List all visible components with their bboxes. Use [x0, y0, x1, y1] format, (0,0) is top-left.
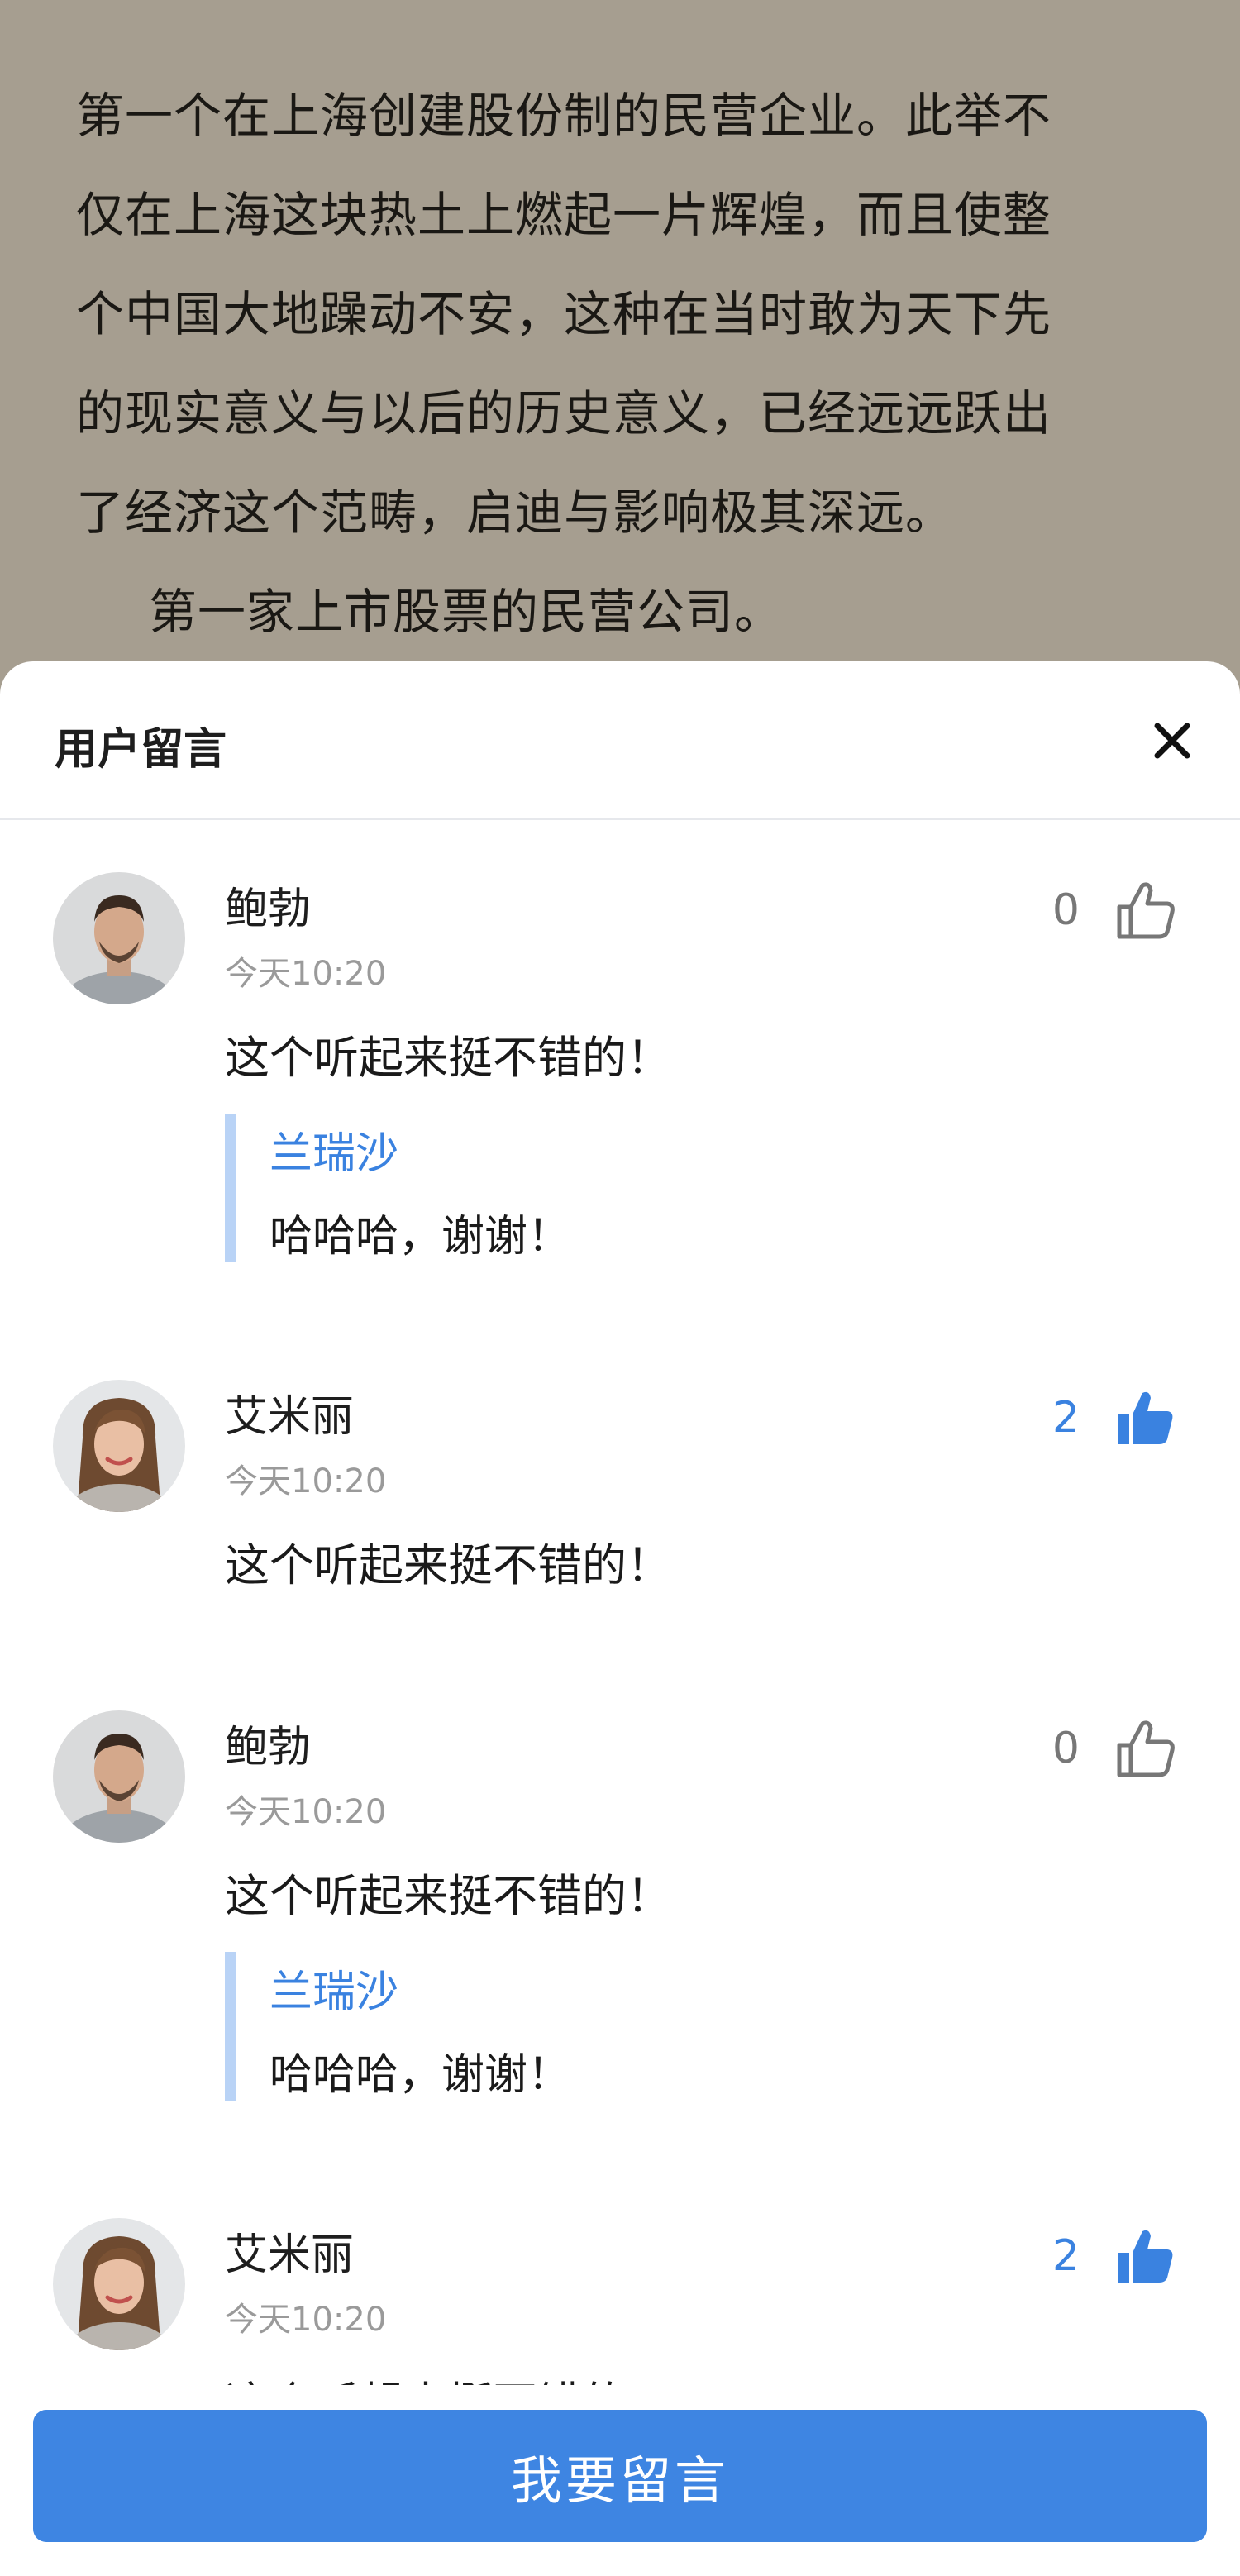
close-button[interactable] — [1146, 714, 1199, 767]
comment-time: 今天10:20 — [225, 1462, 387, 1500]
comment-item: 鲍勃 今天10:20 这个听起来挺不错的！ 兰瑞沙 哈哈哈，谢谢！ 0 — [0, 823, 1240, 1330]
sheet-footer: 我要留言 — [0, 2385, 1240, 2576]
comment-time: 今天10:20 — [225, 2301, 387, 2339]
sheet-header: 用户留言 — [0, 661, 1240, 820]
avatar[interactable] — [53, 2218, 185, 2350]
like-button[interactable]: 0 — [1052, 1715, 1179, 1782]
thumbs-up-outline-icon — [1117, 1720, 1175, 1777]
like-count: 2 — [1052, 2231, 1080, 2281]
comment-text: 这个听起来挺不错的！ — [225, 1539, 671, 1591]
comment-list[interactable]: 鲍勃 今天10:20 这个听起来挺不错的！ 兰瑞沙 哈哈哈，谢谢！ 0 艾米丽 … — [0, 823, 1240, 2385]
close-icon — [1154, 723, 1190, 759]
comment-author: 鲍勃 — [225, 885, 312, 934]
thumbs-up-filled-icon — [1118, 1391, 1173, 1444]
avatar-female-image — [53, 2218, 185, 2350]
comment-author: 鲍勃 — [225, 1723, 312, 1772]
reply-text: 哈哈哈，谢谢！ — [269, 1212, 571, 1262]
avatar-male-image — [53, 872, 185, 1004]
article-line: 个中国大地躁动不安，这种在当时敢为天下先 — [76, 286, 1052, 342]
like-count: 0 — [1052, 1724, 1080, 1773]
article-line: 的现实意义与以后的历史意义，已经远远跃出 — [76, 385, 1052, 441]
comment-item: 艾米丽 今天10:20 这个听起来挺不错的！ 2 — [0, 2168, 1240, 2385]
reply-block: 兰瑞沙 哈哈哈，谢谢！ — [225, 1952, 804, 2101]
article-line: 仅在上海这块热土上燃起一片辉煌，而且使整 — [76, 187, 1052, 243]
comment-text: 这个听起来挺不错的！ — [225, 1032, 671, 1084]
reply-author[interactable]: 兰瑞沙 — [269, 1119, 398, 1181]
thumbs-up-filled-icon — [1118, 2230, 1173, 2283]
reply-block: 兰瑞沙 哈哈哈，谢谢！ — [225, 1114, 804, 1262]
comment-item: 艾米丽 今天10:20 这个听起来挺不错的！ 2 — [0, 1330, 1240, 1661]
like-count: 2 — [1052, 1393, 1080, 1443]
like-button[interactable]: 2 — [1052, 2223, 1179, 2289]
sheet-title: 用户留言 — [55, 725, 227, 775]
article-line-indented: 第一家上市股票的民营公司。 — [149, 584, 784, 640]
comment-time: 今天10:20 — [225, 955, 387, 993]
avatar-male-image — [53, 1710, 185, 1843]
reply-text: 哈哈哈，谢谢！ — [269, 2050, 571, 2100]
comment-text: 这个听起来挺不错的！ — [225, 1870, 671, 1922]
leave-comment-button[interactable]: 我要留言 — [33, 2410, 1207, 2542]
comment-author: 艾米丽 — [225, 1392, 355, 1442]
avatar[interactable] — [53, 1710, 185, 1843]
article-background: 第一个在上海创建股份制的民营企业。此举不 仅在上海这块热土上燃起一片辉煌，而且使… — [0, 0, 1240, 678]
avatar-female-image — [53, 1380, 185, 1512]
like-button[interactable]: 0 — [1052, 877, 1179, 943]
reply-author[interactable]: 兰瑞沙 — [269, 1957, 398, 2019]
comment-time: 今天10:20 — [225, 1793, 387, 1831]
comments-sheet: 用户留言 鲍勃 今天10:20 这个听起来挺不错的！ 兰瑞沙 哈哈哈，谢谢！ 0… — [0, 661, 1240, 2576]
article-line: 第一个在上海创建股份制的民营企业。此举不 — [76, 88, 1052, 144]
avatar[interactable] — [53, 872, 185, 1004]
like-count: 0 — [1052, 885, 1080, 935]
comment-author: 艾米丽 — [225, 2230, 355, 2280]
avatar[interactable] — [53, 1380, 185, 1512]
thumbs-up-outline-icon — [1117, 882, 1175, 939]
comment-text: 这个听起来挺不错的！ — [225, 2367, 671, 2385]
comment-item: 鲍勃 今天10:20 这个听起来挺不错的！ 兰瑞沙 哈哈哈，谢谢！ 0 — [0, 1661, 1240, 2168]
article-line: 了经济这个范畴，启迪与影响极其深远。 — [76, 484, 955, 541]
like-button[interactable]: 2 — [1052, 1385, 1179, 1451]
